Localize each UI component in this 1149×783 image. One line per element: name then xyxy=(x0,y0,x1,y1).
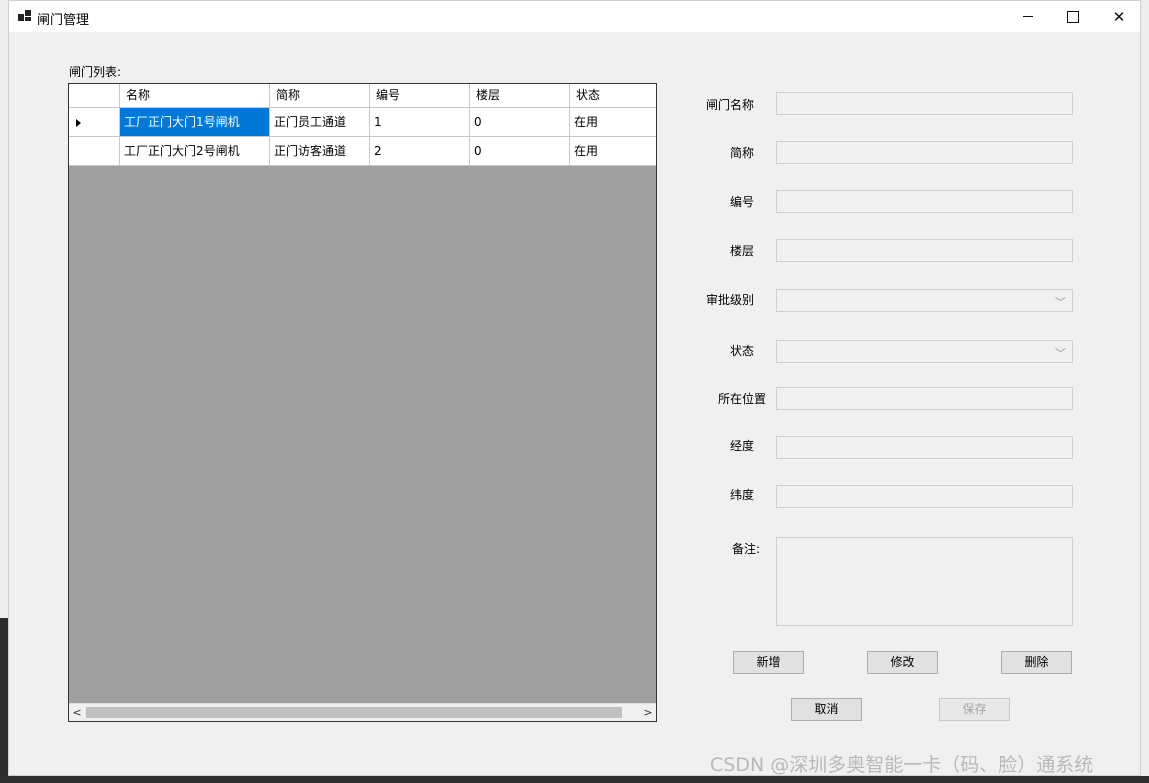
close-button[interactable]: ✕ xyxy=(1096,1,1142,32)
row-header[interactable] xyxy=(69,108,120,137)
maximize-icon xyxy=(1067,10,1079,23)
status-select[interactable]: ﹀ xyxy=(776,340,1073,363)
cell-status[interactable]: 在用 xyxy=(570,137,656,166)
minimize-button[interactable] xyxy=(1005,1,1051,32)
location-label: 所在位置 xyxy=(717,392,766,406)
minimize-icon xyxy=(1023,16,1033,17)
cell-number[interactable]: 1 xyxy=(370,108,470,137)
approval-level-select[interactable]: ﹀ xyxy=(776,289,1073,312)
horizontal-scrollbar[interactable]: < > xyxy=(69,703,656,721)
cell-floor[interactable]: 0 xyxy=(470,108,570,137)
cell-name[interactable]: 工厂正门大门2号闸机 xyxy=(120,137,270,166)
scrollbar-thumb[interactable] xyxy=(86,707,622,718)
scroll-left-button[interactable]: < xyxy=(69,705,85,720)
table-row[interactable]: 工厂正门大门2号闸机 正门访客通道 2 0 在用 xyxy=(69,137,656,166)
column-header-number[interactable]: 编号 xyxy=(370,84,470,108)
cell-status[interactable]: 在用 xyxy=(570,108,656,137)
number-label: 编号 xyxy=(729,195,754,209)
remark-label: 备注: xyxy=(731,542,760,556)
number-input[interactable] xyxy=(776,190,1073,213)
current-row-arrow-icon xyxy=(76,119,81,127)
window-app-icon xyxy=(18,10,32,22)
column-header-short[interactable]: 简称 xyxy=(270,84,370,108)
cell-short[interactable]: 正门访客通道 xyxy=(270,137,370,166)
cell-name[interactable]: 工厂正门大门1号闸机 xyxy=(120,108,270,137)
edit-button[interactable]: 修改 xyxy=(867,651,938,674)
chevron-down-icon[interactable]: ﹀ xyxy=(1055,345,1066,361)
save-button[interactable]: 保存 xyxy=(939,698,1010,721)
gate-management-window: 闸门管理 ✕ 闸门列表: 名称 简称 编号 楼层 状态 工厂正门大门1号闸机 正… xyxy=(8,0,1141,776)
column-header-floor[interactable]: 楼层 xyxy=(470,84,570,108)
chevron-down-icon[interactable]: ﹀ xyxy=(1055,294,1066,310)
row-header-corner xyxy=(69,84,120,108)
watermark-text: CSDN @深圳多奥智能一卡（码、脸）通系统 xyxy=(710,754,1094,776)
remark-textarea[interactable] xyxy=(776,537,1073,626)
gate-list-grid[interactable]: 名称 简称 编号 楼层 状态 工厂正门大门1号闸机 正门员工通道 1 0 在用 … xyxy=(68,83,657,722)
gate-name-label: 闸门名称 xyxy=(705,98,754,112)
row-header[interactable] xyxy=(69,137,120,166)
maximize-button[interactable] xyxy=(1050,1,1096,32)
short-name-label: 简称 xyxy=(729,146,754,160)
gate-list-label: 闸门列表: xyxy=(69,65,122,79)
location-input[interactable] xyxy=(776,387,1073,410)
short-name-input[interactable] xyxy=(776,141,1073,164)
status-label: 状态 xyxy=(729,344,754,358)
add-button[interactable]: 新增 xyxy=(733,651,804,674)
cell-short[interactable]: 正门员工通道 xyxy=(270,108,370,137)
scroll-right-button[interactable]: > xyxy=(640,705,656,720)
cell-floor[interactable]: 0 xyxy=(470,137,570,166)
latitude-label: 纬度 xyxy=(729,488,754,502)
longitude-input[interactable] xyxy=(776,436,1073,459)
table-row[interactable]: 工厂正门大门1号闸机 正门员工通道 1 0 在用 xyxy=(69,108,656,137)
window-title: 闸门管理 xyxy=(37,13,90,28)
grid-header-row: 名称 简称 编号 楼层 状态 xyxy=(69,84,656,108)
column-header-status[interactable]: 状态 xyxy=(570,84,656,108)
column-header-name[interactable]: 名称 xyxy=(120,84,270,108)
cancel-button[interactable]: 取消 xyxy=(791,698,862,721)
approval-level-label: 审批级别 xyxy=(705,293,754,307)
latitude-input[interactable] xyxy=(776,485,1073,508)
title-bar: 闸门管理 ✕ xyxy=(9,1,1140,32)
close-icon: ✕ xyxy=(1112,7,1126,26)
gate-name-input[interactable] xyxy=(776,92,1073,115)
taskbar-strip xyxy=(0,776,1149,783)
floor-label: 楼层 xyxy=(729,244,754,258)
delete-button[interactable]: 删除 xyxy=(1001,651,1072,674)
desktop-background xyxy=(0,618,8,783)
longitude-label: 经度 xyxy=(729,439,754,453)
cell-number[interactable]: 2 xyxy=(370,137,470,166)
floor-input[interactable] xyxy=(776,239,1073,262)
